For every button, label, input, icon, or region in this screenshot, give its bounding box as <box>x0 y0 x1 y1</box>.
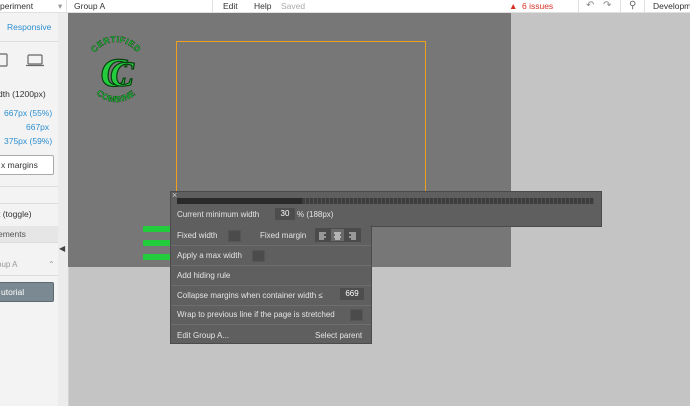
elements-header-label: ements <box>0 229 26 239</box>
min-width-input[interactable]: 30 <box>275 208 295 220</box>
element-item-group-a[interactable]: oup A <box>0 260 17 269</box>
green-bar-1[interactable] <box>143 226 171 232</box>
align-left-icon[interactable] <box>316 229 329 241</box>
max-width-label: Apply a max width <box>177 251 242 260</box>
toggle-label[interactable]: t (toggle) <box>0 209 32 219</box>
help-menu[interactable]: Help <box>254 0 271 12</box>
edit-group-link[interactable]: Edit Group A... <box>177 331 229 340</box>
tutorial-button[interactable]: utorial <box>0 282 54 302</box>
tablet-icon[interactable] <box>0 53 10 69</box>
top-toolbar: periment ▾ Group A Edit Help Saved ▲ 6 i… <box>0 0 690 13</box>
saved-status: Saved <box>281 1 306 11</box>
max-margins-button[interactable]: x margins <box>0 155 54 175</box>
min-width-panel: × Current minimum width 30 % (188px) <box>170 190 602 227</box>
collapse-width-input[interactable]: 669 <box>340 288 364 300</box>
collapse-arrow-icon[interactable]: ◀ <box>59 244 65 253</box>
group-a-selection-outline[interactable] <box>176 41 426 193</box>
chevron-up-icon[interactable]: ⌃ <box>48 260 55 269</box>
page-selector[interactable]: periment <box>0 0 33 12</box>
layout-properties-panel: Fixed width Fixed margin Apply a max wid… <box>170 225 372 344</box>
align-center-icon[interactable] <box>331 229 344 241</box>
align-right-icon[interactable] <box>346 229 359 241</box>
width-value-3[interactable]: 375px (59%) <box>4 136 52 146</box>
edit-menu[interactable]: Edit <box>223 0 238 12</box>
certified-combine-logo: CERTIFIED C C COMBINE <box>84 34 148 106</box>
green-bar-3[interactable] <box>143 254 171 260</box>
responsive-sidebar: Responsive dth (1200px) 667px (55%) 667p… <box>0 13 59 406</box>
fixed-margin-label: Fixed margin <box>260 231 307 240</box>
issues-button[interactable]: 6 issues <box>522 0 553 12</box>
environment-selector[interactable]: Developm <box>653 0 690 12</box>
wrap-label: Wrap to previous line if the page is str… <box>177 310 335 319</box>
responsive-tab[interactable]: Responsive <box>7 22 51 32</box>
element-selector[interactable]: Group A <box>74 0 105 12</box>
width-ruler-fill <box>177 198 302 204</box>
search-icon[interactable]: ⚲ <box>629 0 636 12</box>
collapse-margins-label: Collapse margins when container width ≤ <box>177 291 323 300</box>
min-width-label: Current minimum width <box>177 210 260 219</box>
fixed-width-checkbox[interactable] <box>228 230 241 242</box>
alignment-group <box>315 228 361 242</box>
max-width-checkbox[interactable] <box>252 250 265 262</box>
redo-icon[interactable]: ↷ <box>603 0 611 12</box>
width-ruler-ticks <box>302 198 594 204</box>
select-parent-link[interactable]: Select parent <box>315 331 362 340</box>
width-value-1[interactable]: 667px (55%) <box>4 108 52 118</box>
chevron-down-icon[interactable]: ▾ <box>58 0 62 12</box>
laptop-icon[interactable] <box>26 53 44 69</box>
min-width-suffix: % (188px) <box>297 210 334 219</box>
svg-text:C: C <box>110 54 135 94</box>
wrap-checkbox[interactable] <box>350 309 363 321</box>
warning-icon: ▲ <box>509 1 518 11</box>
add-hiding-rule-link[interactable]: Add hiding rule <box>177 271 230 280</box>
undo-icon[interactable]: ↶ <box>586 0 594 12</box>
green-bar-2[interactable] <box>143 240 171 246</box>
page-width-label: dth (1200px) <box>0 89 46 99</box>
width-value-2[interactable]: 667px <box>26 122 49 132</box>
fixed-width-label: Fixed width <box>177 231 218 240</box>
width-ruler[interactable] <box>177 198 594 204</box>
